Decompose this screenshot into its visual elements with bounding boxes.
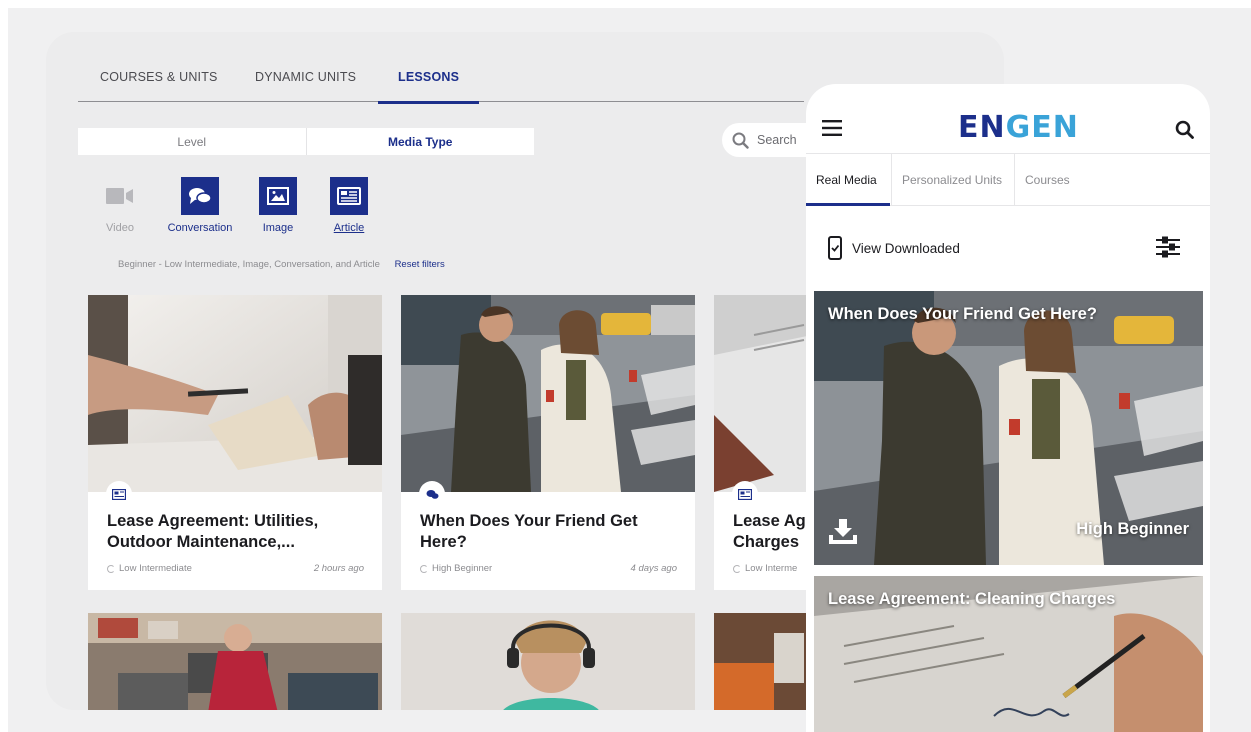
mobile-tab-bar: Real Media Personalized Units Courses	[806, 154, 1210, 206]
lesson-level: Low Interme	[733, 563, 797, 574]
filter-sliders-icon[interactable]	[1156, 236, 1180, 258]
lesson-title: Lease Agreement: Utilities, Outdoor Main…	[107, 512, 319, 551]
tab-courses[interactable]: Courses	[1014, 154, 1094, 206]
lesson-thumbnail[interactable]	[88, 613, 382, 710]
filter-summary: Beginner - Low Intermediate, Image, Conv…	[118, 259, 445, 270]
lesson-level-text: Low Interme	[745, 563, 798, 574]
media-filter-article[interactable]: Article	[309, 177, 389, 234]
menu-icon[interactable]	[822, 120, 842, 136]
view-downloaded-button[interactable]: View Downloaded	[828, 236, 960, 260]
lesson-level: High Beginner	[420, 563, 492, 574]
media-card-level: High Beginner	[1076, 520, 1189, 538]
lesson-thumbnail	[401, 295, 695, 492]
lesson-title: When Does Your Friend Get Here?	[420, 512, 638, 551]
tab-courses-units[interactable]: COURSES & UNITS	[100, 70, 218, 102]
segment-media-type[interactable]: Media Type	[305, 128, 535, 155]
segment-level[interactable]: Level	[78, 128, 306, 155]
media-filter-video[interactable]: Video	[80, 177, 160, 234]
media-card[interactable]: Lease Agreement: Cleaning Charges	[814, 576, 1203, 732]
lesson-thumbnail	[88, 295, 382, 492]
lesson-level-text: High Beginner	[432, 563, 493, 574]
lesson-level-text: Low Intermediate	[119, 563, 192, 574]
search-placeholder: Search	[757, 133, 797, 147]
lesson-thumbnail[interactable]	[401, 613, 695, 710]
media-label-article: Article	[333, 222, 365, 234]
article-icon	[732, 481, 758, 507]
video-icon	[101, 177, 139, 215]
download-icon[interactable]	[828, 519, 858, 545]
article-icon	[106, 481, 132, 507]
tab-dynamic-units[interactable]: DYNAMIC UNITS	[255, 70, 356, 102]
tab-personalized-units[interactable]: Personalized Units	[891, 154, 1014, 206]
lesson-timestamp: 2 hours ago	[313, 563, 364, 574]
filter-summary-text: Beginner - Low Intermediate, Image, Conv…	[118, 259, 380, 270]
tab-real-media[interactable]: Real Media	[806, 154, 890, 206]
media-label-conversation: Conversation	[167, 222, 233, 234]
level-indicator-icon	[420, 564, 428, 573]
media-card-title: Lease Agreement: Cleaning Charges	[828, 590, 1116, 608]
phone-check-icon	[828, 236, 842, 260]
view-downloaded-label: View Downloaded	[852, 240, 960, 256]
conversation-icon	[419, 481, 445, 507]
media-label-video: Video	[106, 222, 134, 234]
image-icon	[259, 177, 297, 215]
lesson-card[interactable]: Lease Agreement: Utilities, Outdoor Main…	[88, 295, 382, 590]
search-icon	[732, 132, 749, 149]
reset-filters-link[interactable]: Reset filters	[395, 259, 445, 270]
mobile-app: ENGEN Real Media Personalized Units Cour…	[806, 84, 1210, 732]
logo-part-en: EN	[958, 110, 1006, 145]
lesson-card[interactable]: When Does Your Friend Get Here? High Beg…	[401, 295, 695, 590]
engen-logo: ENGEN	[958, 110, 1079, 145]
article-icon	[330, 177, 368, 215]
filter-segment-control: Level Media Type	[78, 128, 534, 155]
media-filter-image[interactable]: Image	[238, 177, 318, 234]
conversation-icon	[181, 177, 219, 215]
lesson-level: Low Intermediate	[107, 563, 192, 574]
media-label-image: Image	[262, 222, 294, 234]
media-filter-conversation[interactable]: Conversation	[160, 177, 240, 234]
logo-part-gen: GEN	[1005, 110, 1079, 145]
tab-bar: COURSES & UNITS DYNAMIC UNITS LESSONS	[78, 70, 804, 104]
tab-lessons[interactable]: LESSONS	[377, 70, 480, 104]
lesson-title: Lease Ag Charges	[733, 512, 806, 551]
level-indicator-icon	[733, 564, 741, 573]
level-indicator-icon	[107, 564, 115, 573]
search-icon[interactable]	[1175, 120, 1194, 139]
media-card[interactable]: When Does Your Friend Get Here? High Beg…	[814, 291, 1203, 565]
lesson-timestamp: 4 days ago	[630, 563, 677, 574]
media-card-title: When Does Your Friend Get Here?	[828, 305, 1097, 323]
mobile-header: ENGEN	[806, 84, 1210, 154]
